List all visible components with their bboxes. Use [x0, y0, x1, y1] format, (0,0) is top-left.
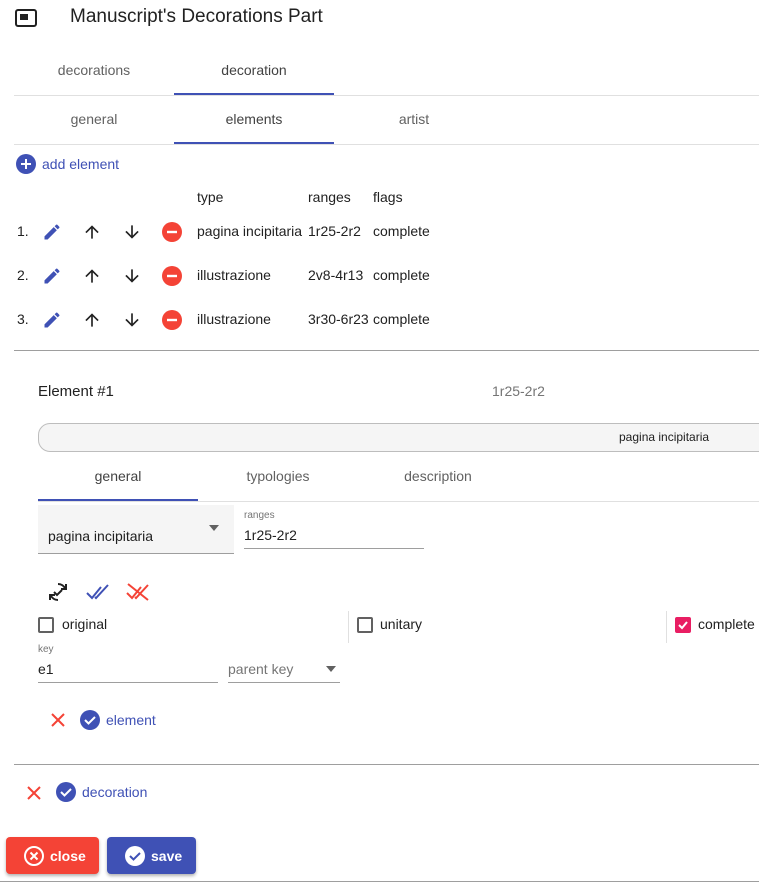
- row-flags: complete: [373, 311, 430, 327]
- type-select-value: pagina incipitaria: [48, 528, 154, 544]
- tab-decorations[interactable]: decorations: [14, 62, 174, 78]
- flag-complete-checkbox[interactable]: [675, 617, 691, 633]
- row-flags: complete: [373, 223, 430, 239]
- column-header-ranges: ranges: [308, 189, 351, 205]
- edit-icon[interactable]: [42, 222, 62, 242]
- flag-separator: [666, 611, 667, 643]
- tab-artist[interactable]: artist: [334, 111, 494, 127]
- row-index: 2.: [17, 267, 29, 283]
- row-index: 1.: [17, 223, 29, 239]
- flag-unitary-label: unitary: [380, 616, 423, 632]
- ranges-underline: [244, 548, 424, 549]
- arrow-down-icon[interactable]: [122, 266, 142, 286]
- footer-divider: [0, 881, 759, 882]
- parent-key-underline: [228, 682, 340, 683]
- add-element-button[interactable]: add element: [16, 154, 119, 174]
- ranges-input[interactable]: 1r25-2r2: [244, 527, 297, 543]
- type-select-underline: [38, 553, 234, 554]
- key-label: key: [38, 644, 54, 655]
- flag-complete-label: complete: [698, 616, 755, 632]
- row-ranges: 1r25-2r2: [308, 223, 361, 239]
- save-element-label: element: [106, 712, 156, 728]
- check-all-icon[interactable]: [86, 582, 110, 602]
- tab-typologies[interactable]: typologies: [198, 468, 358, 484]
- arrow-up-icon[interactable]: [82, 222, 102, 242]
- section-divider: [14, 764, 759, 765]
- add-element-label: add element: [42, 156, 120, 172]
- check-circle-icon: [56, 782, 76, 802]
- close-button[interactable]: close: [6, 837, 99, 874]
- row-flags: complete: [373, 267, 430, 283]
- row-type: pagina incipitaria: [197, 223, 303, 239]
- tab-divider: [38, 501, 759, 502]
- row-index: 3.: [17, 311, 29, 327]
- cancel-circle-icon: [24, 845, 44, 866]
- tab-elements[interactable]: elements: [174, 111, 334, 127]
- page-title: Manuscript's Decorations Part: [70, 6, 323, 27]
- type-select[interactable]: pagina incipitaria: [38, 505, 234, 553]
- row-ranges: 3r30-6r23: [308, 311, 369, 327]
- cancel-decoration-icon[interactable]: [26, 785, 42, 801]
- check-circle-icon: [80, 710, 100, 730]
- remove-circle-icon[interactable]: [162, 310, 182, 330]
- edit-icon[interactable]: [42, 310, 62, 330]
- check-icon: [678, 621, 688, 630]
- tab-divider: [14, 144, 759, 145]
- close-label: close: [50, 847, 86, 864]
- row-type: illustrazione: [197, 267, 271, 283]
- arrow-up-icon[interactable]: [82, 310, 102, 330]
- edit-icon[interactable]: [42, 266, 62, 286]
- arrow-down-icon[interactable]: [122, 222, 142, 242]
- key-input[interactable]: e1: [38, 661, 54, 677]
- column-header-type: type: [197, 189, 224, 205]
- tab-description[interactable]: description: [358, 468, 518, 484]
- tab-general[interactable]: general: [14, 111, 174, 127]
- remove-circle-icon[interactable]: [162, 266, 182, 286]
- tab-divider: [14, 95, 759, 96]
- key-underline: [38, 682, 218, 683]
- summary-chip-text: pagina incipitaria: [619, 430, 710, 444]
- check-circle-icon: [125, 845, 145, 866]
- dropdown-arrow-icon: [326, 666, 336, 672]
- ranges-label: ranges: [244, 510, 275, 521]
- picture-in-picture-icon: [15, 9, 37, 27]
- element-summary-bar: pagina incipitaria: [38, 423, 759, 452]
- cancel-element-icon[interactable]: [50, 712, 66, 728]
- tab-decoration[interactable]: decoration: [174, 62, 334, 78]
- column-header-flags: flags: [373, 189, 403, 205]
- save-label: save: [151, 847, 183, 864]
- dropdown-arrow-icon: [209, 525, 219, 531]
- flag-separator: [348, 611, 349, 643]
- save-decoration-button[interactable]: decoration: [56, 782, 147, 802]
- tab-element-general[interactable]: general: [38, 468, 198, 484]
- arrow-down-icon[interactable]: [122, 310, 142, 330]
- flag-unitary-checkbox[interactable]: [357, 617, 373, 633]
- uncheck-all-icon[interactable]: [126, 582, 150, 602]
- add-circle-icon: [16, 154, 36, 174]
- flag-original-checkbox[interactable]: [38, 617, 54, 633]
- section-divider: [14, 350, 759, 351]
- save-decoration-label: decoration: [82, 784, 148, 800]
- remove-circle-icon[interactable]: [162, 222, 182, 242]
- sync-check-icon[interactable]: [46, 580, 70, 604]
- save-button[interactable]: save: [107, 837, 196, 874]
- element-title: Element #1: [38, 383, 114, 400]
- arrow-up-icon[interactable]: [82, 266, 102, 286]
- parent-key-select[interactable]: parent key: [228, 661, 293, 677]
- element-range-summary: 1r25-2r2: [492, 383, 545, 399]
- row-ranges: 2v8-4r13: [308, 267, 364, 283]
- row-type: illustrazione: [197, 311, 271, 327]
- save-element-button[interactable]: element: [80, 710, 156, 730]
- flag-original-label: original: [62, 616, 108, 632]
